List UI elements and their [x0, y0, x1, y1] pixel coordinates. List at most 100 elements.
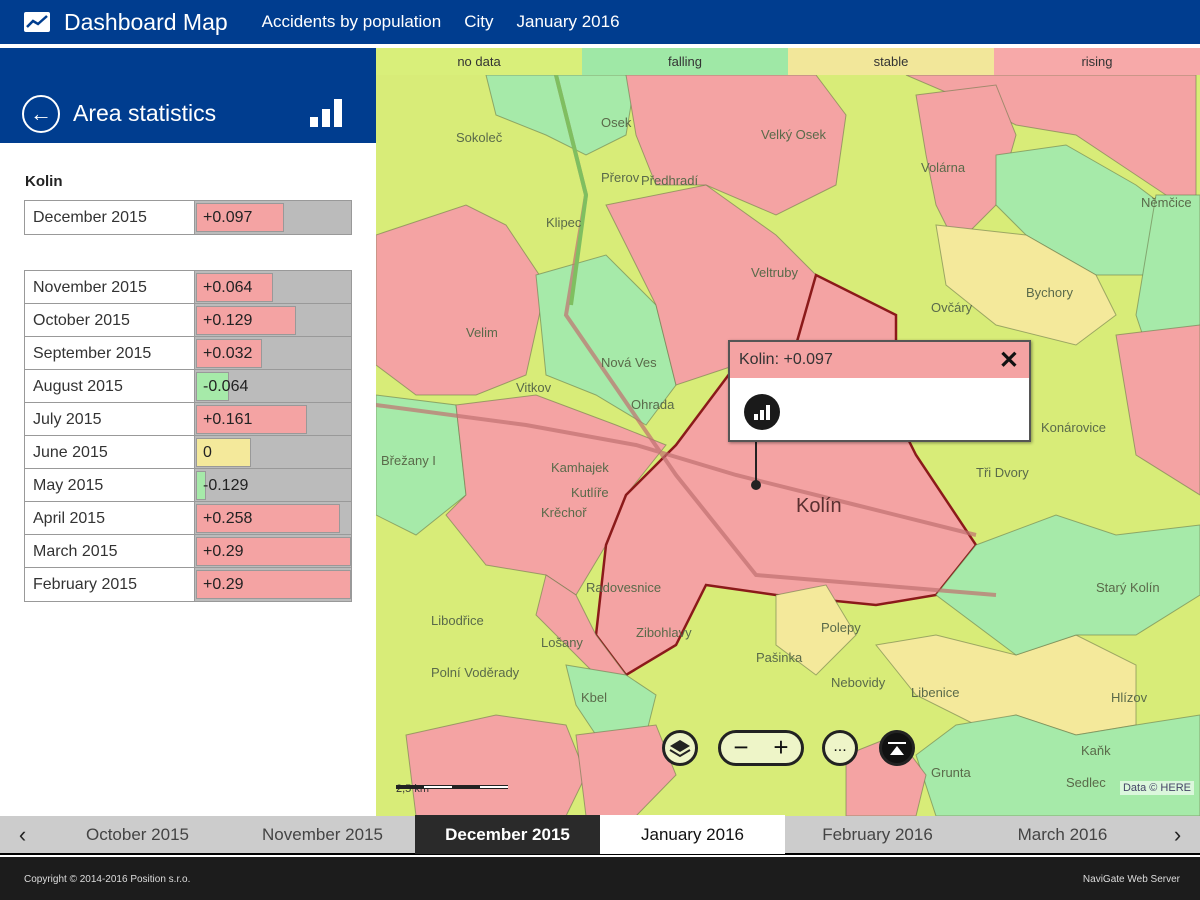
crumb-level[interactable]: City — [464, 12, 493, 32]
place-label: Osek — [601, 115, 632, 130]
place-label: Klipec — [546, 215, 582, 230]
place-label: Velký Osek — [761, 127, 827, 142]
timeline-months: October 2015 November 2015 December 2015 Ja… — [45, 815, 1155, 854]
place-label: Kutlíře — [571, 485, 609, 500]
region-rising — [405, 714, 587, 816]
place-label: Sedlec — [1066, 775, 1106, 790]
place-label: Lošany — [541, 635, 583, 650]
timeline-month[interactable]: February 2016 — [785, 815, 970, 854]
more-button[interactable]: ... — [822, 730, 858, 766]
map-regions[interactable] — [376, 75, 1200, 816]
stat-row[interactable]: December 2015 +0.097 — [25, 201, 351, 234]
place-label: Polní Voděrady — [431, 665, 520, 680]
map-legend: no data falling stable rising — [376, 48, 1200, 75]
copyright: Copyright © 2014-2016 Position s.r.o. — [24, 874, 191, 885]
place-label: Starý Kolín — [1096, 580, 1160, 595]
zoom-control[interactable]: − + — [718, 730, 804, 766]
stat-row[interactable]: October 2015 +0.129 — [25, 304, 351, 337]
top-bar: Dashboard Map Accidents by population Ci… — [0, 0, 1200, 46]
stat-row[interactable]: July 2015 +0.161 — [25, 403, 351, 436]
chevron-left-icon[interactable]: ‹ — [0, 822, 45, 848]
place-label: Konárovice — [1041, 420, 1107, 435]
timeline-month[interactable]: March 2016 — [970, 815, 1155, 854]
place-label: Bychory — [1026, 285, 1073, 300]
crumb-metric[interactable]: Accidents by population — [262, 12, 442, 32]
place-label: Kbel — [581, 690, 608, 705]
region-rising — [376, 204, 547, 396]
region-rising — [575, 724, 677, 816]
stat-row[interactable]: September 2015 +0.032 — [25, 337, 351, 370]
stat-value: 0 — [203, 444, 212, 461]
place-label: Břežany I — [381, 453, 436, 468]
place-label: Němčice — [1141, 195, 1192, 210]
place-label: Volárna — [921, 160, 966, 175]
place-label: Kolín — [796, 495, 842, 517]
footer: Copyright © 2014-2016 Position s.r.o. Na… — [0, 857, 1200, 900]
stat-row[interactable]: February 2015 +0.29 — [25, 568, 352, 601]
app-title: Dashboard Map — [64, 8, 228, 35]
stat-month: May 2015 — [25, 469, 195, 501]
bar-chart-icon[interactable] — [310, 98, 344, 128]
region-falling — [565, 664, 657, 736]
place-label: Ohrada — [631, 397, 675, 412]
stat-row[interactable]: May 2015 -0.129 — [25, 469, 351, 502]
close-icon[interactable]: ✕ — [999, 346, 1019, 375]
stat-value: +0.161 — [203, 411, 253, 428]
current-stat-table: December 2015 +0.097 — [24, 200, 352, 235]
panel-header: ← Area statistics — [0, 48, 376, 143]
timeline: ‹ October 2015 November 2015 December 2015… — [0, 815, 1200, 855]
popup-header: Kolin: +0.097 ✕ — [730, 342, 1029, 378]
layers-icon[interactable] — [662, 730, 698, 766]
map-attribution[interactable]: Data © HERE — [1119, 781, 1194, 795]
timeline-month[interactable]: January 2016 — [600, 815, 785, 854]
legend-falling: falling — [582, 48, 788, 75]
place-label: Libodřice — [431, 613, 484, 628]
zoom-out-button[interactable]: − — [733, 733, 748, 763]
chart-line-icon — [24, 12, 50, 32]
place-label: Krěchoř — [541, 505, 587, 520]
scale-bar: 2,5 km — [396, 783, 508, 795]
place-label: Kaňk — [1081, 743, 1111, 758]
stat-row[interactable]: March 2015 +0.29 — [25, 535, 352, 568]
locate-icon[interactable] — [879, 730, 915, 766]
place-label: Přerov — [601, 170, 640, 185]
stat-value: +0.032 — [203, 345, 253, 362]
timeline-month[interactable]: December 2015 — [415, 815, 600, 854]
popup-title: Kolin: +0.097 — [739, 351, 833, 368]
stat-value: +0.29 — [203, 576, 244, 593]
stat-row[interactable]: November 2015 +0.064 — [25, 271, 351, 304]
stat-month: August 2015 — [25, 370, 195, 402]
chevron-right-icon[interactable]: › — [1155, 822, 1200, 848]
place-label: Velim — [466, 325, 498, 340]
stat-value: -0.129 — [203, 477, 249, 494]
place-label: Zibohlavy — [636, 625, 692, 640]
timeline-month[interactable]: October 2015 — [45, 815, 230, 854]
place-label: Pašinka — [756, 650, 803, 665]
arrow-left-circle-icon[interactable]: ← — [22, 95, 60, 133]
place-label: Libenice — [911, 685, 960, 700]
bar-chart-icon[interactable] — [744, 394, 780, 430]
stat-value: +0.129 — [203, 312, 253, 329]
stat-value: +0.097 — [203, 209, 253, 226]
area-marker — [751, 480, 761, 490]
place-label: Veltruby — [751, 265, 798, 280]
place-label: Předhradí — [641, 173, 699, 188]
place-label: Radovesnice — [586, 580, 662, 595]
zoom-in-button[interactable]: + — [773, 733, 788, 763]
place-label: Grunta — [931, 765, 971, 780]
stat-row[interactable]: August 2015 -0.064 — [25, 370, 351, 403]
stat-month: June 2015 — [25, 436, 195, 468]
map-view[interactable]: Sokoleč Osek Velký Osek Volárna Přerov Předhr… — [376, 75, 1200, 816]
stat-row[interactable]: April 2015 +0.258 — [25, 502, 351, 535]
legend-no-data: no data — [376, 48, 582, 75]
timeline-month[interactable]: November 2015 — [230, 815, 415, 854]
stat-value: +0.29 — [203, 543, 244, 560]
area-name: Kolin — [25, 173, 63, 190]
stat-month: July 2015 — [25, 403, 195, 435]
place-label: Nová Ves — [601, 355, 657, 370]
crumb-period[interactable]: January 2016 — [517, 12, 620, 32]
stat-month: November 2015 — [25, 271, 195, 303]
area-popup: Kolin: +0.097 ✕ — [728, 340, 1031, 442]
stat-row[interactable]: June 2015 0 — [25, 436, 351, 469]
place-label: Vitkov — [516, 380, 552, 395]
